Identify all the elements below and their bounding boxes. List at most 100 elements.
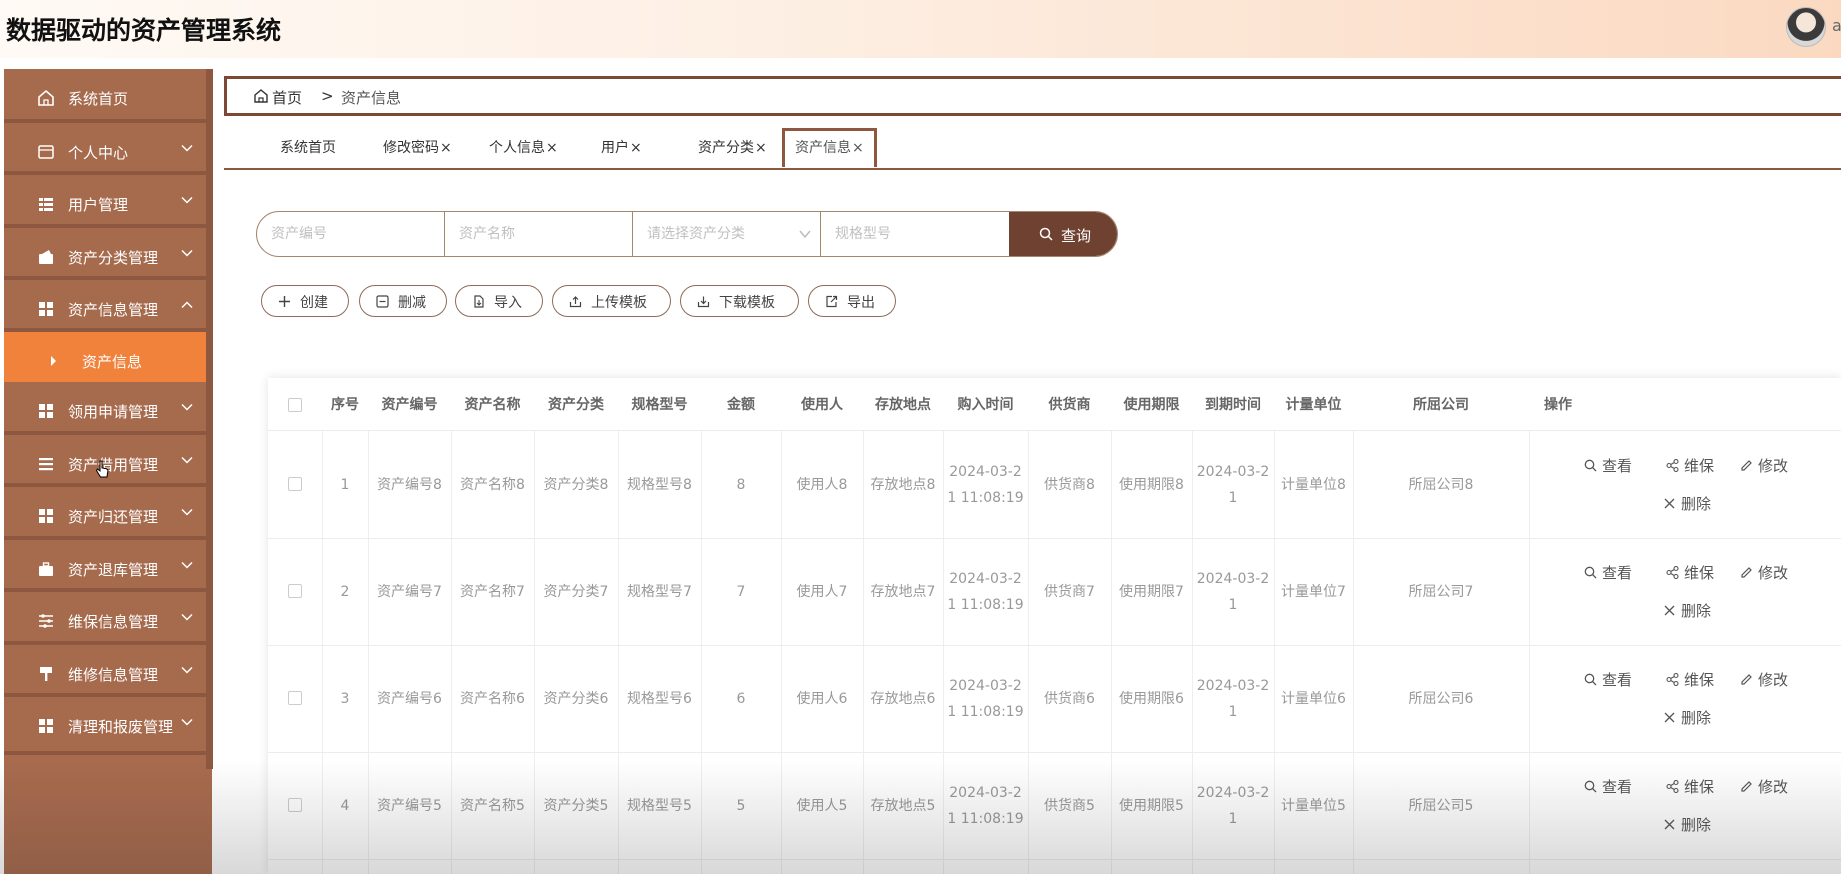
chevron-down-icon bbox=[181, 666, 193, 674]
view-button[interactable]: 查看 bbox=[1584, 562, 1632, 583]
tab-2[interactable]: 个人信息× bbox=[489, 128, 558, 164]
row-checkbox[interactable] bbox=[288, 477, 302, 491]
dashboard-icon bbox=[39, 719, 53, 733]
table-cell: 规格型号7 bbox=[627, 583, 692, 600]
sidebar-item-label: 资产信息管理 bbox=[68, 301, 159, 319]
maintain-button[interactable]: 维保 bbox=[1666, 776, 1714, 797]
model-field[interactable] bbox=[821, 212, 1009, 256]
maintain-button[interactable]: 维保 bbox=[1666, 562, 1714, 583]
sidebar-item-0[interactable]: 系统首页 bbox=[4, 69, 212, 123]
table-cell: 2024-03-21 11:08:19 bbox=[947, 677, 1024, 720]
maintain-button[interactable]: 维保 bbox=[1666, 455, 1714, 476]
sidebar-item-2[interactable]: 用户管理 bbox=[4, 175, 212, 228]
table-cell: 2024-03-21 11:08:19 bbox=[947, 463, 1024, 506]
close-icon[interactable]: × bbox=[546, 140, 558, 156]
table-cell: 资产分类6 bbox=[543, 690, 609, 707]
chevron-down-icon bbox=[799, 230, 811, 239]
sidebar-item-5[interactable]: 资产信息 bbox=[4, 332, 212, 382]
category-select[interactable] bbox=[633, 212, 821, 256]
tab-label: 修改密码 bbox=[383, 140, 439, 156]
column-header: 资产分类 bbox=[548, 397, 604, 413]
sidebar-item-12[interactable]: 清理和报废管理 bbox=[4, 697, 212, 755]
view-button[interactable]: 查看 bbox=[1584, 455, 1632, 476]
tab-1[interactable]: 修改密码× bbox=[383, 128, 452, 164]
upload-template-button[interactable]: 上传模板 bbox=[552, 285, 671, 317]
sidebar-item-11[interactable]: 维修信息管理 bbox=[4, 645, 212, 697]
table-cell: 资产名称6 bbox=[460, 690, 525, 707]
asset-no-input[interactable] bbox=[257, 212, 444, 256]
delete-button[interactable]: 删除 bbox=[1663, 493, 1711, 514]
delete-batch-button[interactable]: 删减 bbox=[359, 285, 447, 317]
table-cell: 2 bbox=[340, 583, 350, 600]
row-checkbox[interactable] bbox=[288, 584, 302, 598]
tab-3[interactable]: 用户× bbox=[601, 128, 642, 164]
edit-button[interactable]: 修改 bbox=[1740, 776, 1788, 797]
sidebar-item-10[interactable]: 维保信息管理 bbox=[4, 592, 212, 645]
create-button[interactable]: 创建 bbox=[261, 285, 349, 317]
chevron-down-icon bbox=[181, 508, 193, 516]
sidebar-item-label: 资产退库管理 bbox=[68, 561, 159, 579]
row-checkbox[interactable] bbox=[288, 798, 302, 812]
sidebar-item-label: 清理和报废管理 bbox=[68, 718, 174, 736]
edit-label: 修改 bbox=[1758, 457, 1789, 475]
table-cell: 4 bbox=[340, 797, 350, 814]
table-cell: 计量单位7 bbox=[1281, 583, 1346, 600]
category-select-input[interactable] bbox=[633, 212, 820, 256]
sidebar-item-8[interactable]: 资产归还管理 bbox=[4, 487, 212, 540]
asset-name-input[interactable] bbox=[445, 212, 632, 256]
close-icon[interactable]: × bbox=[755, 140, 767, 156]
sidebar-item-label: 资产信息 bbox=[82, 353, 143, 371]
table-cell: 资产分类8 bbox=[543, 476, 609, 493]
close-icon[interactable]: × bbox=[852, 140, 864, 156]
close-icon[interactable]: × bbox=[440, 140, 452, 156]
breadcrumb-home[interactable]: 首页 bbox=[272, 87, 302, 108]
search-button[interactable]: 查询 bbox=[1009, 212, 1117, 256]
view-label: 查看 bbox=[1602, 778, 1633, 796]
table-cell: 7 bbox=[736, 583, 746, 600]
download-template-button[interactable]: 下载模板 bbox=[680, 285, 799, 317]
sidebar-item-label: 用户管理 bbox=[68, 196, 129, 214]
edit-button[interactable]: 修改 bbox=[1740, 455, 1788, 476]
maintain-button[interactable]: 维保 bbox=[1666, 669, 1714, 690]
sidebar-item-label: 系统首页 bbox=[68, 90, 129, 108]
view-button[interactable]: 查看 bbox=[1584, 776, 1632, 797]
close-icon bbox=[1664, 605, 1675, 616]
import-button[interactable]: 导入 bbox=[455, 285, 543, 317]
export-button[interactable]: 导出 bbox=[808, 285, 896, 317]
select-all-checkbox[interactable] bbox=[288, 398, 302, 412]
tab-5[interactable]: 资产信息× bbox=[782, 128, 877, 167]
tab-4[interactable]: 资产分类× bbox=[698, 128, 767, 164]
minus-square-icon bbox=[376, 295, 389, 308]
sidebar-item-9[interactable]: 资产退库管理 bbox=[4, 540, 212, 592]
download-icon bbox=[697, 296, 710, 308]
sidebar-item-4[interactable]: 资产信息管理 bbox=[4, 280, 212, 332]
column-header: 使用人 bbox=[801, 397, 843, 413]
view-button[interactable]: 查看 bbox=[1584, 669, 1632, 690]
table-cell: 使用期限6 bbox=[1119, 690, 1184, 707]
asset-name-field[interactable] bbox=[445, 212, 633, 256]
sidebar-item-6[interactable]: 领用申请管理 bbox=[4, 382, 212, 435]
delete-button[interactable]: 删除 bbox=[1663, 600, 1711, 621]
table-cell: 存放地点6 bbox=[870, 690, 936, 707]
maintain-label: 维保 bbox=[1684, 564, 1715, 582]
user-avatar[interactable] bbox=[1786, 7, 1826, 47]
edit-button[interactable]: 修改 bbox=[1740, 669, 1788, 690]
close-icon[interactable]: × bbox=[630, 140, 642, 156]
edit-button[interactable]: 修改 bbox=[1740, 562, 1788, 583]
list-icon bbox=[39, 458, 53, 471]
tab-bar: 系统首页 修改密码× 个人信息× 用户× 资产分类× 资产信息× bbox=[224, 128, 1841, 170]
sidebar-item-3[interactable]: 资产分类管理 bbox=[4, 228, 212, 280]
asset-no-field[interactable] bbox=[257, 212, 445, 256]
model-input[interactable] bbox=[821, 212, 1009, 256]
table-cell: 所屈公司6 bbox=[1408, 690, 1474, 707]
user-name[interactable]: a bbox=[1832, 16, 1841, 35]
sidebar-scrollbar[interactable] bbox=[206, 69, 213, 769]
search-button-label: 查询 bbox=[1061, 227, 1092, 245]
sidebar-item-1[interactable]: 个人中心 bbox=[4, 123, 212, 175]
delete-button[interactable]: 删除 bbox=[1663, 707, 1711, 728]
row-checkbox[interactable] bbox=[288, 691, 302, 705]
tab-0[interactable]: 系统首页 bbox=[280, 128, 336, 164]
table-cell: 资产分类5 bbox=[543, 797, 609, 814]
chevron-up-icon bbox=[181, 301, 193, 309]
delete-button[interactable]: 删除 bbox=[1663, 814, 1711, 835]
